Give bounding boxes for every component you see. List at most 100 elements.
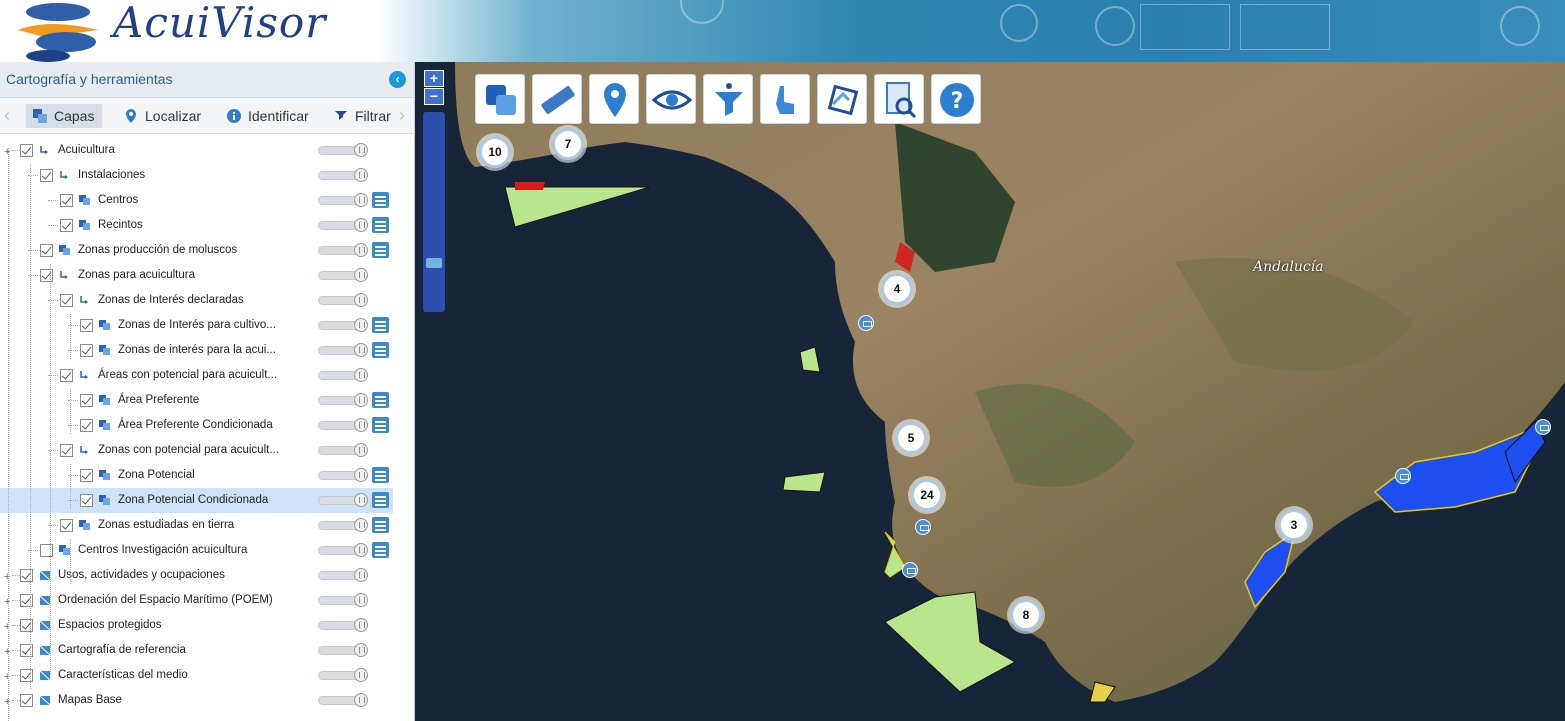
map-cluster-marker[interactable]: 5 bbox=[895, 422, 927, 454]
map-cluster-marker[interactable]: 7 bbox=[552, 128, 584, 160]
layer-opacity-handle[interactable] bbox=[354, 443, 368, 457]
layer-legend-icon[interactable] bbox=[372, 317, 389, 333]
layer-visibility-checkbox[interactable] bbox=[60, 444, 73, 457]
layer-row[interactable]: Zonas producción de moluscos bbox=[0, 238, 393, 263]
layer-opacity-handle[interactable] bbox=[354, 568, 368, 582]
zoom-slider[interactable] bbox=[423, 112, 445, 312]
layer-visibility-checkbox[interactable] bbox=[20, 619, 33, 632]
layer-row[interactable]: Zonas de interés para la acui... bbox=[0, 338, 393, 363]
layer-visibility-checkbox[interactable] bbox=[20, 644, 33, 657]
layer-opacity-handle[interactable] bbox=[354, 493, 368, 507]
layer-row[interactable]: Zonas para acuicultura bbox=[0, 263, 393, 288]
layer-opacity-handle[interactable] bbox=[354, 543, 368, 557]
layer-row[interactable]: + Espacios protegidos bbox=[0, 613, 393, 638]
zoom-in-button[interactable]: + bbox=[424, 70, 444, 87]
layer-row[interactable]: Área Preferente bbox=[0, 388, 393, 413]
layer-row[interactable]: Zonas de Interés declaradas bbox=[0, 288, 393, 313]
layer-visibility-checkbox[interactable] bbox=[20, 144, 33, 157]
layer-row[interactable]: Zona Potencial Condicionada bbox=[0, 488, 393, 513]
layer-visibility-checkbox[interactable] bbox=[20, 694, 33, 707]
layer-opacity-handle[interactable] bbox=[354, 268, 368, 282]
map-cluster-marker[interactable]: 24 bbox=[911, 479, 943, 511]
tabs-scroll-right-icon[interactable]: › bbox=[399, 105, 405, 126]
layer-opacity-handle[interactable] bbox=[354, 618, 368, 632]
filter-tool-button[interactable] bbox=[703, 74, 753, 124]
rotate-tool-button[interactable] bbox=[817, 74, 867, 124]
map-point-marker-icon[interactable] bbox=[858, 315, 874, 331]
map-cluster-marker[interactable]: 10 bbox=[479, 136, 511, 168]
layer-visibility-checkbox[interactable] bbox=[40, 269, 53, 282]
tab-identificar[interactable]: Identificar bbox=[220, 104, 317, 128]
layer-opacity-handle[interactable] bbox=[354, 593, 368, 607]
layer-opacity-handle[interactable] bbox=[354, 218, 368, 232]
layer-row[interactable]: Instalaciones bbox=[0, 163, 393, 188]
layer-opacity-handle[interactable] bbox=[354, 193, 368, 207]
layer-visibility-checkbox[interactable] bbox=[20, 669, 33, 682]
layer-visibility-checkbox[interactable] bbox=[80, 319, 93, 332]
layer-opacity-handle[interactable] bbox=[354, 393, 368, 407]
layer-opacity-handle[interactable] bbox=[354, 293, 368, 307]
layer-visibility-checkbox[interactable] bbox=[60, 519, 73, 532]
layer-legend-icon[interactable] bbox=[372, 492, 389, 508]
layer-visibility-checkbox[interactable] bbox=[60, 194, 73, 207]
layer-row[interactable]: Área Preferente Condicionada bbox=[0, 413, 393, 438]
layer-opacity-handle[interactable] bbox=[354, 518, 368, 532]
layer-visibility-checkbox[interactable] bbox=[40, 169, 53, 182]
layer-opacity-handle[interactable] bbox=[354, 418, 368, 432]
tab-filtrar[interactable]: Filtrar bbox=[327, 104, 399, 128]
layer-row[interactable]: + Ordenación del Espacio Marítimo (POEM) bbox=[0, 588, 393, 613]
layer-opacity-handle[interactable] bbox=[354, 368, 368, 382]
layer-visibility-checkbox[interactable] bbox=[80, 469, 93, 482]
layer-opacity-handle[interactable] bbox=[354, 343, 368, 357]
layer-row[interactable]: Recintos bbox=[0, 213, 393, 238]
search-document-tool-button[interactable] bbox=[874, 74, 924, 124]
layer-legend-icon[interactable] bbox=[372, 467, 389, 483]
visibility-tool-button[interactable] bbox=[646, 74, 696, 124]
layer-row[interactable]: Centros Investigación acuicultura bbox=[0, 538, 393, 563]
zoom-out-button[interactable]: − bbox=[424, 88, 444, 105]
tab-capas[interactable]: Capas bbox=[26, 104, 103, 128]
map-cluster-marker[interactable]: 3 bbox=[1278, 509, 1310, 541]
layer-opacity-handle[interactable] bbox=[354, 643, 368, 657]
layer-opacity-handle[interactable] bbox=[354, 168, 368, 182]
layers-tool-button[interactable] bbox=[475, 74, 525, 124]
layer-visibility-checkbox[interactable] bbox=[20, 594, 33, 607]
locate-tool-button[interactable] bbox=[589, 74, 639, 124]
layer-legend-icon[interactable] bbox=[372, 542, 389, 558]
layer-visibility-checkbox[interactable] bbox=[40, 544, 53, 557]
map-view[interactable]: 10 7 4 5 24 3 8 Andalucía + − ? bbox=[415, 62, 1565, 721]
layer-opacity-handle[interactable] bbox=[354, 143, 368, 157]
layer-visibility-checkbox[interactable] bbox=[80, 419, 93, 432]
layer-opacity-handle[interactable] bbox=[354, 318, 368, 332]
map-point-marker-icon[interactable] bbox=[915, 519, 931, 535]
layer-legend-icon[interactable] bbox=[372, 517, 389, 533]
layer-visibility-checkbox[interactable] bbox=[60, 369, 73, 382]
tabs-scroll-left-icon[interactable]: ‹ bbox=[4, 105, 10, 126]
layer-row[interactable]: + Usos, actividades y ocupaciones bbox=[0, 563, 393, 588]
layer-row[interactable]: + Características del medio bbox=[0, 663, 393, 688]
layer-legend-icon[interactable] bbox=[372, 242, 389, 258]
layer-legend-icon[interactable] bbox=[372, 392, 389, 408]
layer-legend-icon[interactable] bbox=[372, 192, 389, 208]
layer-legend-icon[interactable] bbox=[372, 217, 389, 233]
identify-tool-button[interactable] bbox=[760, 74, 810, 124]
layer-row[interactable]: + Acuicultura bbox=[0, 138, 393, 163]
map-point-marker-icon[interactable] bbox=[902, 562, 918, 578]
layer-legend-icon[interactable] bbox=[372, 417, 389, 433]
layer-visibility-checkbox[interactable] bbox=[60, 294, 73, 307]
layer-row[interactable]: Zonas de Interés para cultivo... bbox=[0, 313, 393, 338]
layer-visibility-checkbox[interactable] bbox=[80, 394, 93, 407]
layer-row[interactable]: Áreas con potencial para acuicult... bbox=[0, 363, 393, 388]
layer-legend-icon[interactable] bbox=[372, 342, 389, 358]
layer-opacity-handle[interactable] bbox=[354, 243, 368, 257]
collapse-panel-button[interactable]: ‹ bbox=[389, 71, 406, 88]
layer-visibility-checkbox[interactable] bbox=[80, 494, 93, 507]
layer-row[interactable]: + Mapas Base bbox=[0, 688, 393, 713]
help-tool-button[interactable]: ? bbox=[931, 74, 981, 124]
map-cluster-marker[interactable]: 4 bbox=[881, 273, 913, 305]
zoom-slider-handle[interactable] bbox=[426, 258, 442, 268]
layer-row[interactable]: Centros bbox=[0, 188, 393, 213]
tab-localizar[interactable]: Localizar bbox=[117, 104, 209, 128]
layer-row[interactable]: + Cartografía de referencia bbox=[0, 638, 393, 663]
map-cluster-marker[interactable]: 8 bbox=[1010, 599, 1042, 631]
